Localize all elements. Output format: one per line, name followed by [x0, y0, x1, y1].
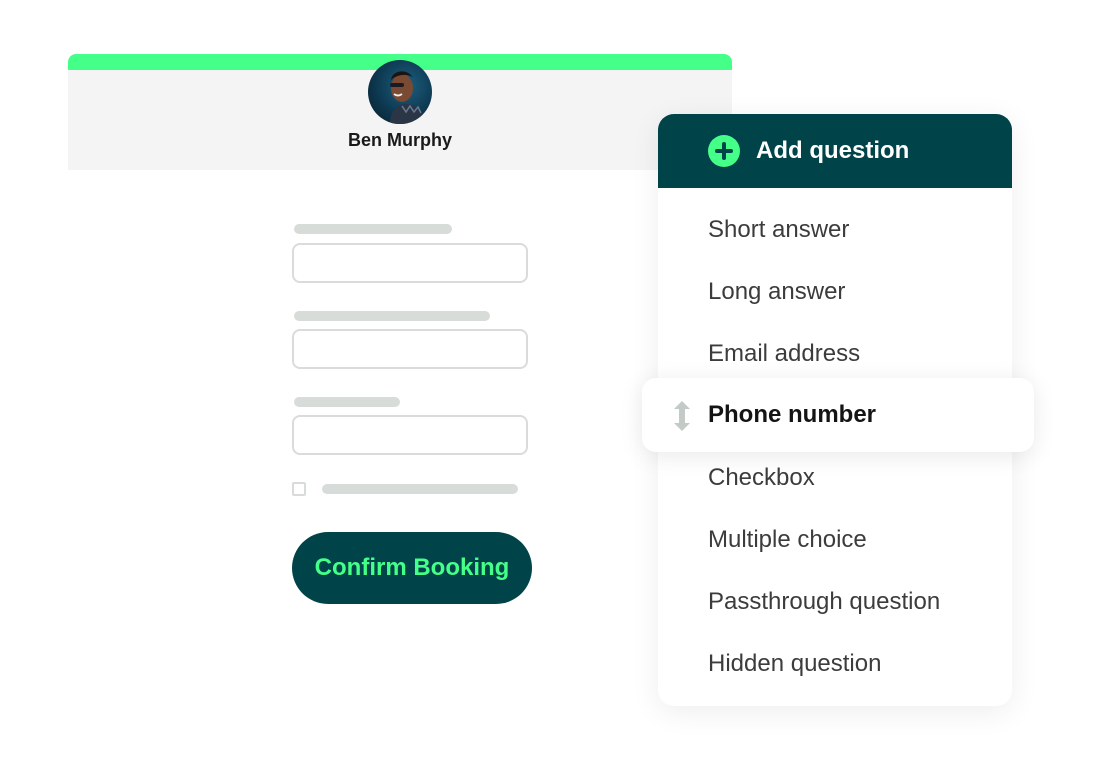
menu-item-long-answer[interactable]: Long answer	[708, 276, 845, 308]
menu-item-email-address[interactable]: Email address	[708, 338, 860, 370]
avatar-photo-icon	[390, 71, 426, 124]
form-field-input[interactable]	[292, 415, 528, 455]
menu-item-passthrough-question[interactable]: Passthrough question	[708, 586, 940, 618]
plus-circle-icon	[708, 135, 740, 167]
form-field-input[interactable]	[292, 243, 528, 283]
drag-vertical-icon[interactable]	[670, 398, 694, 434]
booking-form-card: Ben Murphy	[68, 54, 732, 170]
field-label-placeholder	[294, 311, 490, 321]
menu-item-phone-number-dragging[interactable]: Phone number	[642, 378, 1034, 452]
field-label-placeholder	[294, 224, 452, 234]
confirm-booking-button[interactable]: Confirm Booking	[292, 532, 532, 604]
menu-item-multiple-choice[interactable]: Multiple choice	[708, 524, 867, 556]
menu-item-short-answer[interactable]: Short answer	[708, 214, 849, 246]
form-field-input[interactable]	[292, 329, 528, 369]
consent-checkbox[interactable]	[292, 482, 306, 496]
checkbox-label-placeholder	[322, 484, 518, 494]
menu-item-checkbox[interactable]: Checkbox	[708, 462, 815, 494]
add-question-header[interactable]: Add question	[658, 114, 1012, 188]
host-avatar	[368, 60, 432, 124]
menu-title: Add question	[756, 137, 910, 164]
field-label-placeholder	[294, 397, 400, 407]
host-name: Ben Murphy	[347, 130, 452, 150]
menu-item-hidden-question[interactable]: Hidden question	[708, 648, 881, 680]
phone-number-label: Phone number	[708, 401, 877, 428]
